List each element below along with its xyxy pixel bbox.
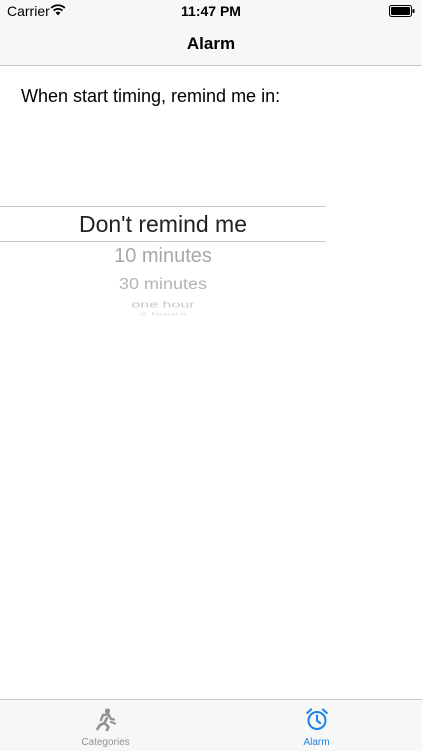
status-bar: Carrier 11:47 PM xyxy=(0,0,422,22)
status-time: 11:47 PM xyxy=(181,3,241,19)
running-person-icon xyxy=(95,708,116,731)
picker-selected-option[interactable]: Don't remind me xyxy=(0,211,326,238)
reminder-prompt: When start timing, remind me in: xyxy=(21,86,281,106)
picker-option[interactable]: 10 minutes xyxy=(0,245,326,268)
tab-label: Alarm xyxy=(303,737,330,748)
reminder-picker[interactable]: Don't remind me 10 minutes 30 minutes on… xyxy=(0,140,326,320)
tab-categories[interactable]: Categories xyxy=(0,700,211,751)
page-title: Alarm xyxy=(186,34,236,53)
tab-label: Categories xyxy=(81,737,130,748)
picker-selection-line-top xyxy=(0,206,326,207)
battery-icon xyxy=(389,5,415,17)
picker-option[interactable]: 30 minutes xyxy=(0,276,326,294)
picker-option[interactable]: one hour xyxy=(0,300,326,311)
picker-option[interactable]: 2 hours xyxy=(0,312,326,317)
tab-alarm[interactable]: Alarm xyxy=(211,700,422,751)
picker-selection-line-bottom xyxy=(0,241,326,242)
navigation-bar: Alarm xyxy=(0,22,422,66)
tab-bar: Categories Alarm xyxy=(0,699,422,751)
alarm-clock-icon xyxy=(305,708,328,730)
